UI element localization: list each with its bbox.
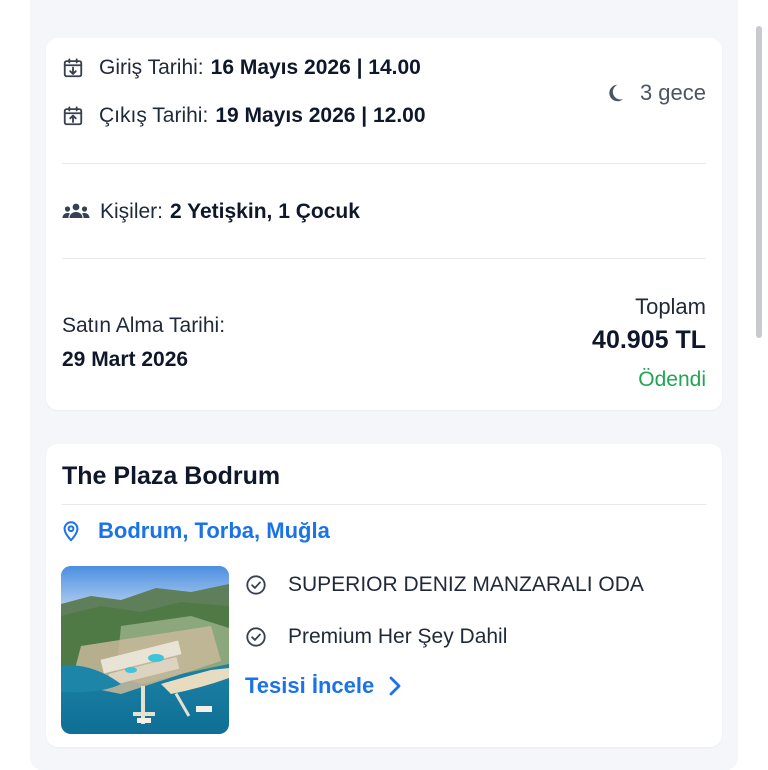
view-hotel-link[interactable]: Tesisi İncele bbox=[245, 673, 402, 699]
hotel-photo[interactable] bbox=[61, 566, 229, 734]
divider bbox=[62, 258, 706, 259]
room-type: SUPERIOR DENIZ MANZARALI ODA bbox=[288, 573, 644, 596]
moon-icon bbox=[604, 82, 626, 104]
chevron-right-icon bbox=[389, 676, 401, 696]
board-type-item: Premium Her Şey Dahil bbox=[245, 625, 507, 649]
guests-row: Kişiler: 2 Yetişkin, 1 Çocuk bbox=[62, 200, 360, 224]
divider bbox=[62, 163, 706, 164]
payment-status: Ödendi bbox=[638, 368, 706, 391]
reservation-summary-card: Giriş Tarihi: 16 Mayıs 2026 | 14.00 Çıkı… bbox=[46, 38, 722, 410]
checkout-row: Çıkış Tarihi: 19 Mayıs 2026 | 12.00 bbox=[62, 104, 426, 128]
location-text: Bodrum, Torba, Muğla bbox=[98, 518, 330, 543]
total-label: Toplam bbox=[635, 294, 706, 319]
nights-badge: 3 gece bbox=[604, 80, 706, 106]
check-circle-icon bbox=[245, 574, 267, 596]
checkin-label: Giriş Tarihi: bbox=[99, 56, 204, 79]
total-price: 40.905 TL bbox=[592, 326, 706, 354]
nights-count: 3 gece bbox=[639, 80, 706, 105]
scrollbar[interactable] bbox=[756, 26, 762, 338]
hotel-card: The Plaza Bodrum Bodrum, Torba, Muğla SU… bbox=[46, 444, 722, 747]
calendar-upload-icon bbox=[62, 105, 84, 127]
board-type: Premium Her Şey Dahil bbox=[288, 625, 508, 648]
purchase-date-label: Satın Alma Tarihi: bbox=[62, 314, 226, 337]
divider bbox=[62, 504, 706, 505]
hotel-name: The Plaza Bodrum bbox=[62, 462, 281, 490]
hotel-location[interactable]: Bodrum, Torba, Muğla bbox=[62, 518, 330, 544]
checkin-value: 16 Mayıs 2026 | 14.00 bbox=[210, 56, 421, 79]
purchase-date-value: 29 Mart 2026 bbox=[62, 348, 189, 371]
room-type-item: SUPERIOR DENIZ MANZARALI ODA bbox=[245, 573, 644, 597]
checkout-label: Çıkış Tarihi: bbox=[99, 104, 209, 127]
people-icon bbox=[62, 201, 90, 223]
view-hotel-label: Tesisi İncele bbox=[245, 673, 375, 698]
guests-label: Kişiler: bbox=[100, 200, 164, 223]
calendar-download-icon bbox=[62, 57, 84, 79]
hotel-aerial-image bbox=[61, 566, 229, 734]
location-pin-icon bbox=[62, 520, 80, 542]
guests-value: 2 Yetişkin, 1 Çocuk bbox=[170, 200, 360, 223]
checkin-row: Giriş Tarihi: 16 Mayıs 2026 | 14.00 bbox=[62, 56, 421, 80]
check-circle-icon bbox=[245, 626, 267, 648]
checkout-value: 19 Mayıs 2026 | 12.00 bbox=[215, 104, 426, 127]
